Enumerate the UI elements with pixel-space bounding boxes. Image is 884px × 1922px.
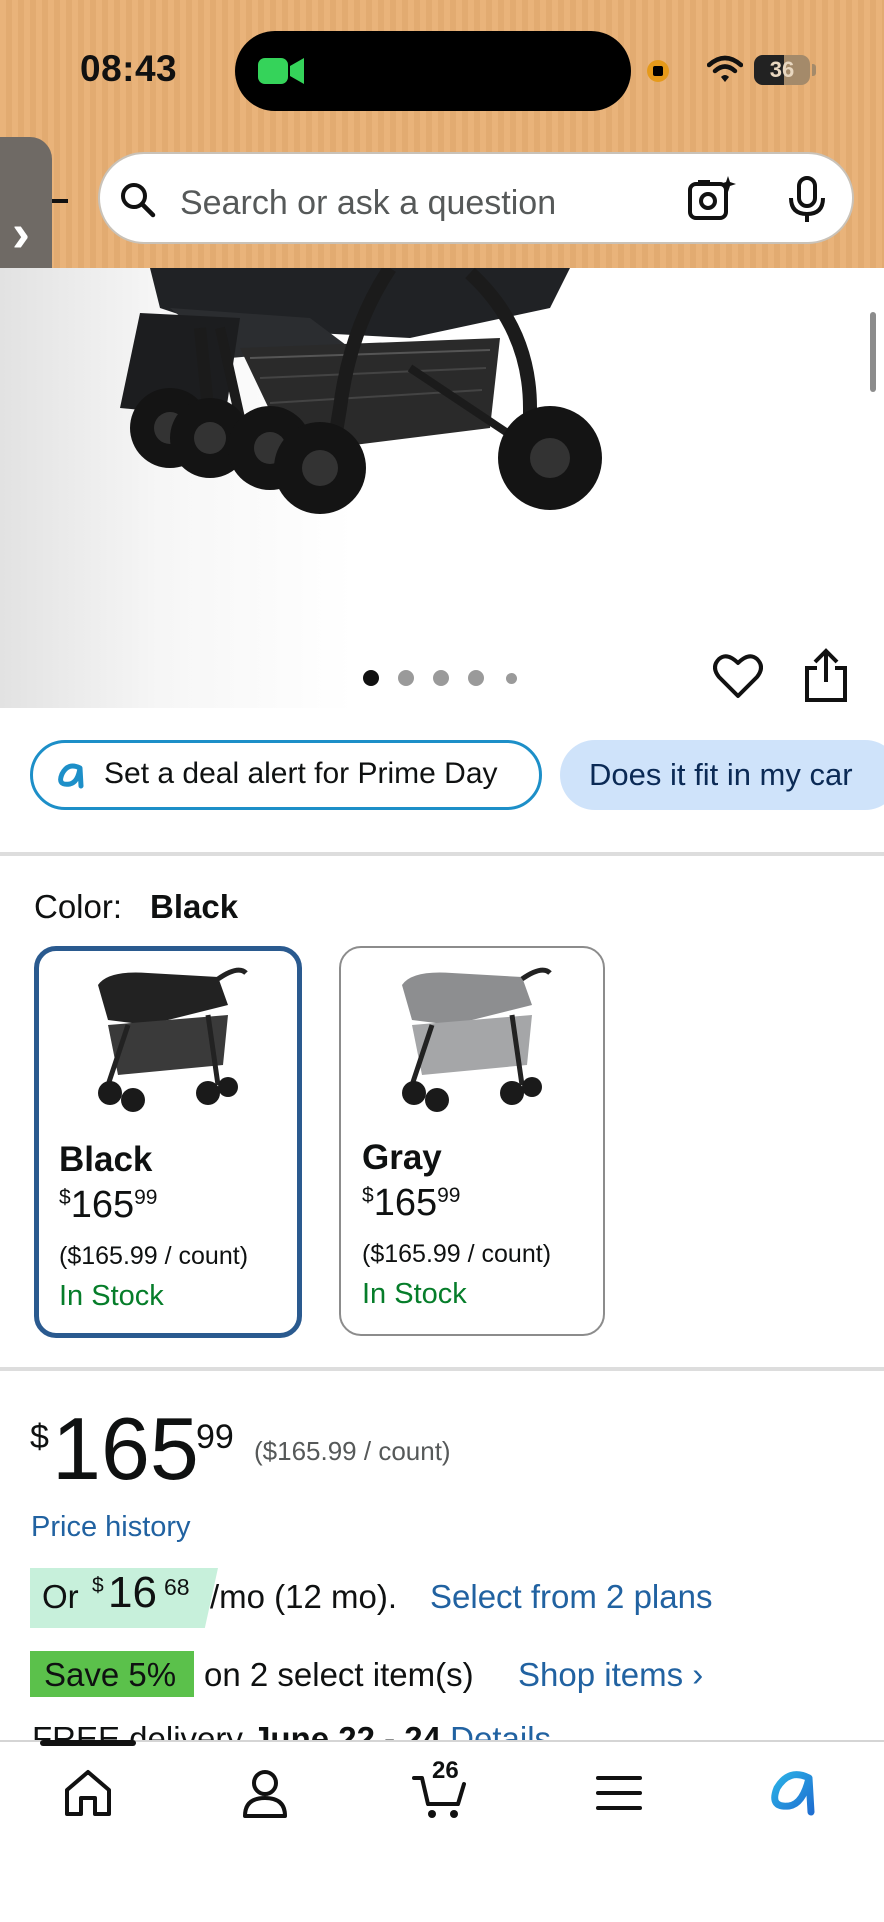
section-divider xyxy=(0,852,884,856)
section-divider xyxy=(0,1367,884,1371)
carousel-dot[interactable] xyxy=(398,670,414,686)
color-option-unit-price: ($165.99 / count) xyxy=(59,1242,249,1270)
status-time: 08:43 xyxy=(80,48,178,89)
home-icon[interactable] xyxy=(61,1766,115,1820)
rufus-assistant-icon[interactable] xyxy=(765,1766,819,1820)
price-history-link[interactable]: Price history xyxy=(31,1511,191,1544)
color-option-stock: In Stock xyxy=(362,1278,467,1310)
color-option-price-whole: 165 xyxy=(373,1182,438,1224)
promo-text: on 2 select item(s) xyxy=(204,1656,474,1693)
price-whole: 165 xyxy=(52,1399,199,1498)
delivery-row: FREE delivery June 22 - 24 Details xyxy=(0,1716,884,1740)
stroller-gray-thumbnail xyxy=(402,967,552,1112)
save-badge-label: Save 5% xyxy=(44,1656,177,1693)
battery-nub xyxy=(812,64,816,76)
color-option-name: Gray xyxy=(362,1138,442,1177)
color-option-unit-price: ($165.99 / count) xyxy=(362,1240,552,1268)
delivery-text: FREE delivery June 22 - 24 Details xyxy=(32,1720,551,1740)
search-input[interactable]: Search or ask a question xyxy=(180,184,556,223)
price-fraction: 99 xyxy=(196,1418,234,1456)
installment-suffix: /mo (12 mo). xyxy=(210,1578,398,1615)
price-unit: ($165.99 / count) xyxy=(254,1436,451,1466)
color-option-price: $16599 xyxy=(59,1184,157,1227)
installment-prefix: Or xyxy=(42,1578,79,1615)
color-option-price-symbol: $ xyxy=(59,1186,71,1209)
color-option-price-symbol: $ xyxy=(362,1184,374,1207)
camera-recording-icon xyxy=(258,58,304,84)
screen-record-indicator-icon xyxy=(647,60,669,82)
cart-count-badge: 26 xyxy=(432,1757,459,1784)
color-label: Color: xyxy=(34,888,123,925)
select-plans-link[interactable]: Select from 2 plans xyxy=(430,1578,712,1616)
search-icon xyxy=(121,183,156,218)
account-icon[interactable] xyxy=(238,1766,292,1820)
product-image-stroller xyxy=(120,268,602,514)
delivery-details-link[interactable]: Details xyxy=(450,1720,551,1740)
color-option-price-whole: 165 xyxy=(70,1184,135,1226)
color-option-price-fraction: 99 xyxy=(134,1186,158,1209)
color-option-price-fraction: 99 xyxy=(437,1184,461,1207)
fit-question-label: Does it fit in my car xyxy=(589,757,853,792)
color-option-name: Black xyxy=(59,1140,153,1179)
shop-items-link[interactable]: Shop items › xyxy=(518,1656,703,1694)
deal-alert-label: Set a deal alert for Prime Day xyxy=(104,757,498,790)
chevron-right-icon: › xyxy=(12,203,30,263)
delivery-dates: June 22 - 24 xyxy=(252,1720,441,1740)
price-symbol: $ xyxy=(30,1418,49,1456)
installment-fraction: 68 xyxy=(164,1574,190,1600)
delivery-prefix: FREE delivery xyxy=(32,1720,243,1740)
microphone-icon[interactable] xyxy=(786,176,828,224)
wifi-icon xyxy=(707,55,743,82)
heart-icon[interactable] xyxy=(713,652,763,700)
camera-lens-icon[interactable] xyxy=(686,174,736,224)
carousel-dot[interactable] xyxy=(468,670,484,686)
installment-symbol: $ xyxy=(92,1574,104,1597)
carousel-dot[interactable] xyxy=(433,670,449,686)
installment-whole: 16 xyxy=(108,1568,157,1617)
page-scroll-indicator xyxy=(870,312,876,392)
back-dash xyxy=(52,199,68,203)
rufus-assistant-icon xyxy=(58,763,84,789)
menu-icon[interactable] xyxy=(592,1766,646,1820)
stroller-black-thumbnail xyxy=(98,967,248,1112)
color-option-price: $16599 xyxy=(362,1182,460,1225)
share-icon[interactable] xyxy=(801,648,851,704)
battery-percent: 36 xyxy=(769,57,795,82)
active-tab-indicator xyxy=(40,1740,136,1746)
carousel-dot[interactable] xyxy=(363,670,379,686)
carousel-dot[interactable] xyxy=(506,673,517,684)
color-option-stock: In Stock xyxy=(59,1280,164,1312)
color-selected-value: Black xyxy=(150,888,239,925)
